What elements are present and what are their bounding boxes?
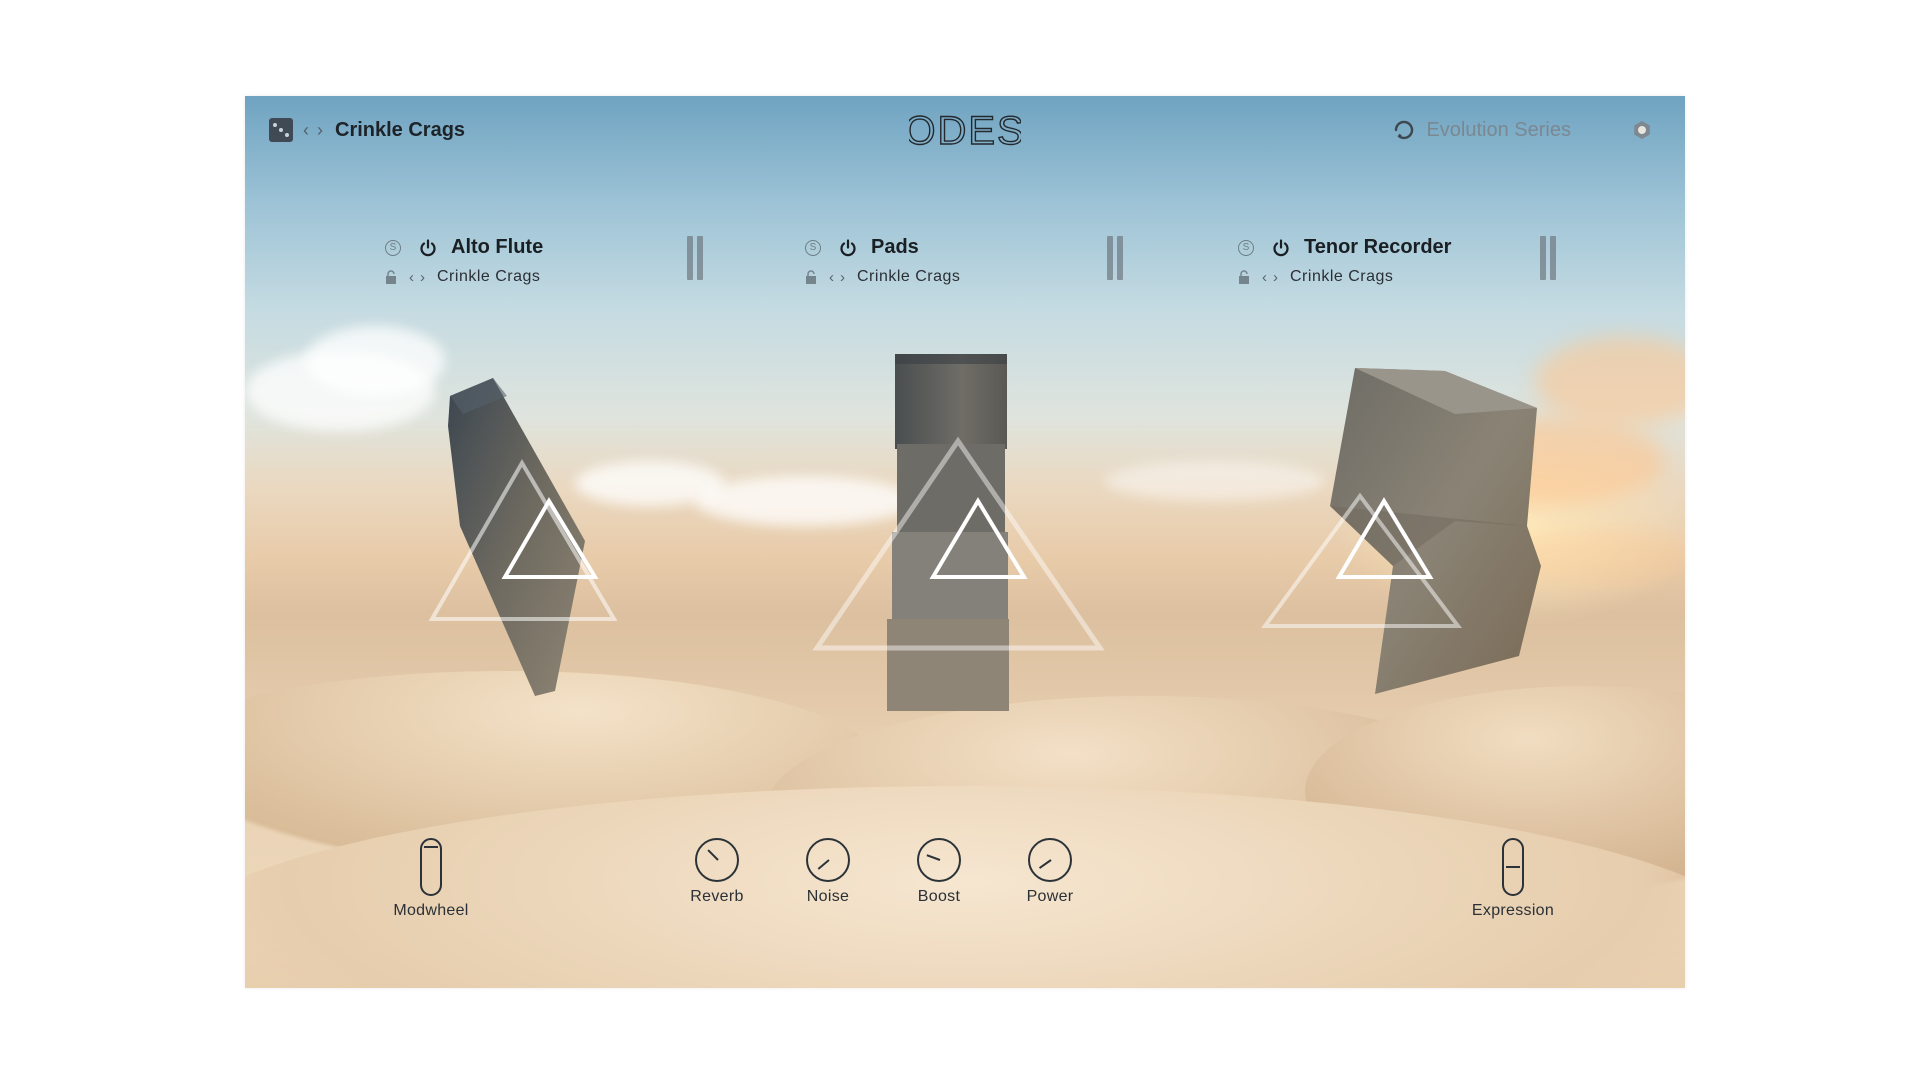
modwheel-label: Modwheel xyxy=(393,902,469,919)
boost-knob[interactable] xyxy=(917,838,961,882)
boost-indicator xyxy=(926,854,941,861)
reverb-label: Reverb xyxy=(690,888,744,905)
expression-control: Expression xyxy=(1458,838,1568,920)
expression-indicator xyxy=(1506,866,1520,868)
modwheel-indicator xyxy=(424,846,438,848)
power-label: Power xyxy=(1026,888,1074,905)
boost-control: Boost xyxy=(884,838,994,906)
noise-control: Noise xyxy=(773,838,883,906)
reverb-indicator xyxy=(707,849,719,861)
reverb-control: Reverb xyxy=(662,838,772,906)
noise-knob[interactable] xyxy=(806,838,850,882)
odes-plugin-window: ‹ › Crinkle Crags ODES Evolution Series … xyxy=(245,96,1685,988)
rock-2 xyxy=(887,354,1009,711)
reverb-knob[interactable] xyxy=(695,838,739,882)
modwheel-control: Modwheel xyxy=(376,838,486,920)
expression-label: Expression xyxy=(1471,902,1555,919)
modwheel-slider[interactable] xyxy=(420,838,442,896)
noise-label: Noise xyxy=(806,888,850,905)
noise-indicator xyxy=(817,859,830,870)
expression-slider[interactable] xyxy=(1502,838,1524,896)
power-indicator xyxy=(1038,859,1052,869)
power-control: Power xyxy=(995,838,1105,906)
power-knob[interactable] xyxy=(1028,838,1072,882)
boost-label: Boost xyxy=(917,888,961,905)
rock-3 xyxy=(1330,368,1541,694)
